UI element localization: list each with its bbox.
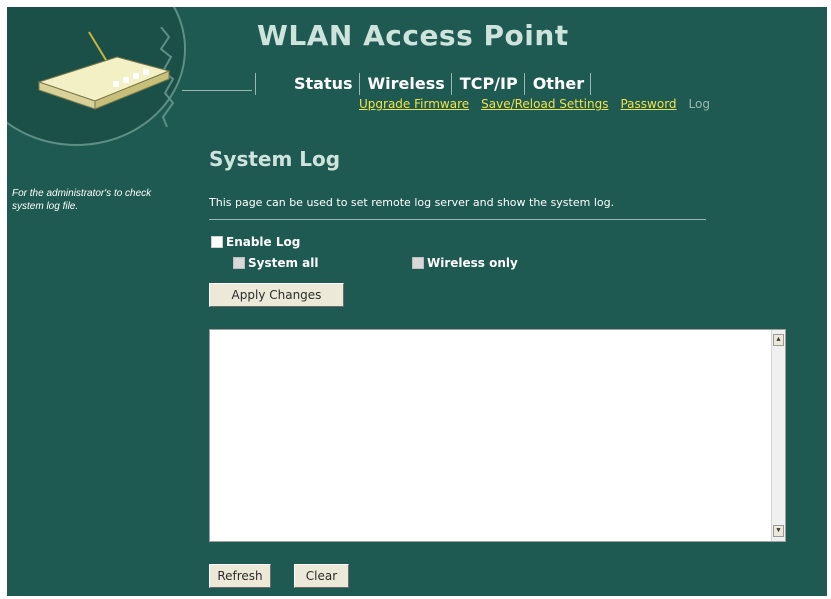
log-scrollbar[interactable]: ▲ ▼ <box>771 330 785 541</box>
refresh-button[interactable]: Refresh <box>209 564 271 588</box>
clear-button[interactable]: Clear <box>294 564 349 588</box>
sidebar-description: For the administrator's to check system … <box>12 188 152 212</box>
enable-log-label: Enable Log <box>226 235 301 249</box>
link-password[interactable]: Password <box>620 97 676 111</box>
app-title: WLAN Access Point <box>257 19 569 52</box>
system-all-label: System all <box>248 256 319 270</box>
wireless-only-label: Wireless only <box>427 256 518 270</box>
sub-navigation: Upgrade Firmware Save/Reload Settings Pa… <box>359 97 710 111</box>
tab-separator <box>590 73 601 95</box>
page-title: System Log <box>209 147 341 171</box>
apply-changes-button[interactable]: Apply Changes <box>209 283 344 307</box>
wireless-only-checkbox[interactable] <box>412 257 424 269</box>
enable-log-checkbox[interactable] <box>211 236 223 248</box>
tab-other[interactable]: Other <box>523 73 590 95</box>
divider <box>209 219 706 220</box>
tab-status[interactable]: Status <box>255 73 359 95</box>
system-all-row: System all <box>233 256 319 270</box>
tab-wireless[interactable]: Wireless <box>358 73 451 95</box>
header-line <box>182 90 252 91</box>
main-tabs: Status Wireless TCP/IP Other <box>255 73 601 95</box>
log-textarea[interactable]: ▲ ▼ <box>209 329 786 542</box>
router-icon <box>37 31 171 110</box>
wireless-only-row: Wireless only <box>412 256 518 270</box>
tab-tcpip[interactable]: TCP/IP <box>450 73 524 95</box>
enable-log-row: Enable Log <box>211 235 300 249</box>
link-log[interactable]: Log <box>689 97 710 111</box>
scroll-up-arrow-icon[interactable]: ▲ <box>773 334 784 346</box>
link-upgrade-firmware[interactable]: Upgrade Firmware <box>359 97 469 111</box>
scroll-down-arrow-icon[interactable]: ▼ <box>773 525 784 537</box>
main-frame: WLAN Access Point Status Wireless TCP/IP… <box>7 7 827 596</box>
link-save-reload-settings[interactable]: Save/Reload Settings <box>481 97 608 111</box>
system-all-checkbox[interactable] <box>233 257 245 269</box>
page-description: This page can be used to set remote log … <box>209 196 615 209</box>
